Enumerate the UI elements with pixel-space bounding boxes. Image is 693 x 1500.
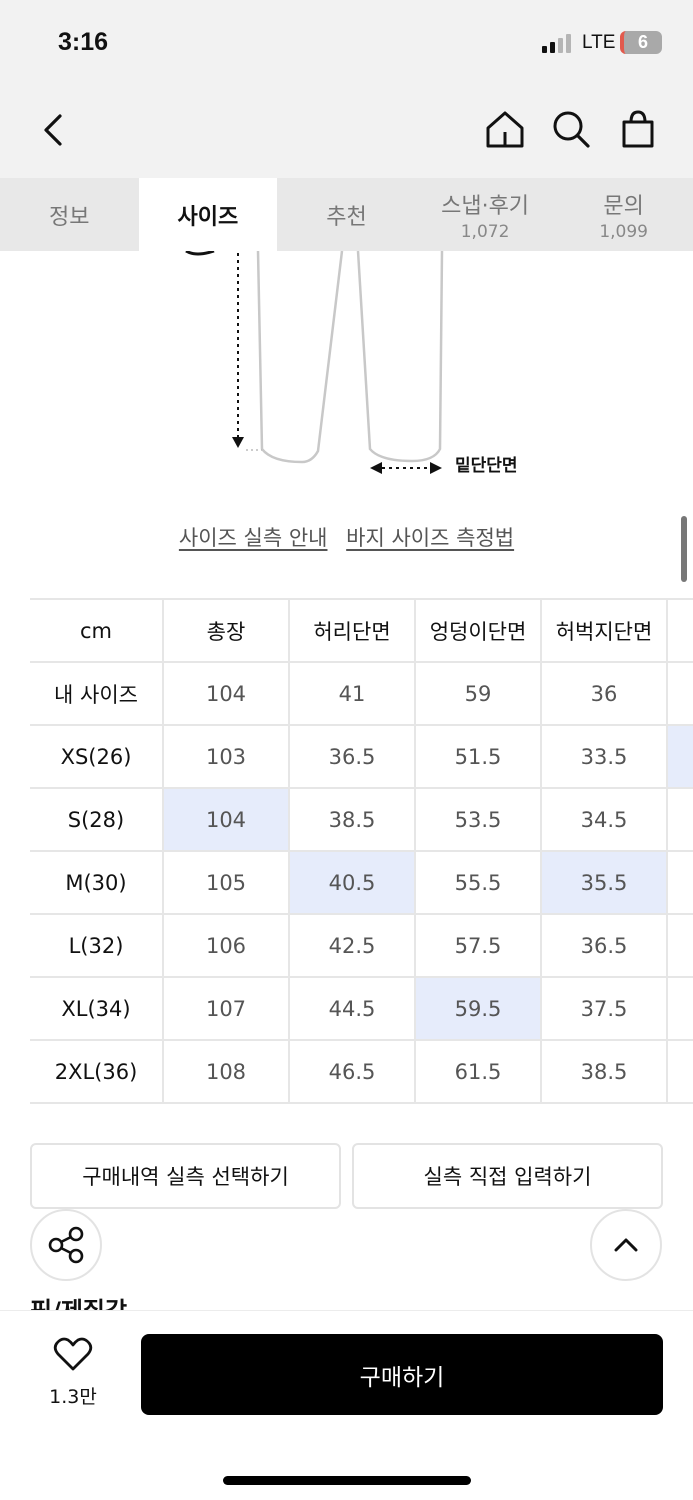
table-cell: 108 bbox=[162, 1039, 289, 1104]
table-cell: 44.5 bbox=[288, 976, 415, 1040]
table-row: XS(26) 103 36.5 51.5 33.5 bbox=[30, 724, 693, 788]
table-cell: 104 bbox=[162, 661, 289, 725]
table-cell: 46.5 bbox=[288, 1039, 415, 1104]
table-cell: 53.5 bbox=[414, 787, 541, 851]
table-cell: 105 bbox=[162, 850, 289, 914]
table-cell-clipped bbox=[666, 913, 693, 977]
home-icon[interactable] bbox=[484, 108, 526, 150]
scroll-top-button[interactable] bbox=[590, 1209, 662, 1281]
heart-icon bbox=[53, 1337, 93, 1371]
tab-label: 정보 bbox=[49, 204, 90, 230]
row-label: 2XL(36) bbox=[30, 1039, 163, 1104]
table-row: M(30) 105 40.5 55.5 35.5 bbox=[30, 850, 693, 914]
tab-size[interactable]: 사이즈 bbox=[138, 178, 278, 251]
shopping-bag-icon[interactable] bbox=[616, 108, 660, 150]
tab-snap-review[interactable]: 스냅·후기 1,072 bbox=[416, 178, 555, 251]
table-cell-clipped bbox=[666, 787, 693, 851]
size-guide-link[interactable]: 사이즈 실측 안내 bbox=[179, 526, 328, 550]
battery-indicator: 6 bbox=[620, 31, 662, 54]
tab-label: 스냅·후기 bbox=[441, 193, 530, 219]
table-row: XL(34) 107 44.5 59.5 37.5 bbox=[30, 976, 693, 1040]
table-header-row: cm 총장 허리단면 엉덩이단면 허벅지단면 bbox=[30, 598, 693, 662]
table-cell: 38.5 bbox=[540, 1039, 667, 1104]
chevron-up-icon bbox=[614, 1238, 638, 1252]
tab-label: 문의 bbox=[603, 193, 644, 219]
scrollbar[interactable] bbox=[681, 516, 687, 582]
network-type: LTE bbox=[582, 32, 616, 53]
table-row: S(28) 104 38.5 53.5 34.5 bbox=[30, 787, 693, 851]
product-tabs: 정보 사이즈 추천 스냅·후기 1,072 문의 1,099 bbox=[0, 178, 693, 251]
table-header-cell: 총장 bbox=[162, 598, 289, 662]
table-header-cell: 허리단면 bbox=[288, 598, 415, 662]
table-cell: 35.5 bbox=[540, 850, 667, 914]
tab-info[interactable]: 정보 bbox=[0, 178, 139, 251]
tab-count: 1,099 bbox=[599, 221, 648, 242]
tab-count: 1,072 bbox=[460, 221, 510, 242]
row-label: L(32) bbox=[30, 913, 163, 977]
row-label: S(28) bbox=[30, 787, 163, 851]
hem-width-label: 밑단단면 bbox=[455, 456, 518, 476]
pants-measure-link[interactable]: 바지 사이즈 측정법 bbox=[346, 526, 514, 550]
table-cell: 38.5 bbox=[288, 787, 415, 851]
pants-illustration bbox=[185, 249, 444, 474]
status-bar: 3:16 LTE 6 bbox=[0, 0, 693, 90]
size-guide-links: 사이즈 실측 안내 바지 사이즈 측정법 bbox=[0, 522, 693, 552]
like-button[interactable]: 1.3만 bbox=[36, 1336, 110, 1409]
home-indicator[interactable] bbox=[223, 1476, 471, 1485]
share-icon bbox=[48, 1226, 84, 1264]
row-label: XL(34) bbox=[30, 976, 163, 1040]
table-cell: 41 bbox=[288, 661, 415, 725]
table-cell-clipped bbox=[666, 976, 693, 1040]
table-row-my-size: 내 사이즈 104 41 59 36 bbox=[30, 661, 693, 725]
tab-recommend[interactable]: 추천 bbox=[277, 178, 416, 251]
table-row: 2XL(36) 108 46.5 61.5 38.5 bbox=[30, 1039, 693, 1104]
table-cell-clipped bbox=[666, 661, 693, 725]
select-purchase-size-button[interactable]: 구매내역 실측 선택하기 bbox=[30, 1143, 341, 1209]
table-cell: 59 bbox=[414, 661, 541, 725]
table-cell: 106 bbox=[162, 913, 289, 977]
status-time: 3:16 bbox=[58, 28, 109, 56]
table-header-cell: 허벅지단면 bbox=[540, 598, 667, 662]
table-header-cell: cm bbox=[30, 598, 163, 662]
back-arrow-icon[interactable] bbox=[36, 110, 70, 150]
table-cell: 33.5 bbox=[540, 724, 667, 788]
tab-label: 사이즈 bbox=[177, 204, 239, 230]
table-cell: 42.5 bbox=[288, 913, 415, 977]
table-cell: 104 bbox=[162, 787, 289, 851]
table-cell: 107 bbox=[162, 976, 289, 1040]
table-cell: 36.5 bbox=[540, 913, 667, 977]
signal-icon bbox=[542, 34, 571, 53]
table-cell: 51.5 bbox=[414, 724, 541, 788]
table-cell: 40.5 bbox=[288, 850, 415, 914]
tab-label: 추천 bbox=[326, 204, 367, 230]
size-table: cm 총장 허리단면 엉덩이단면 허벅지단면 내 사이즈 104 41 59 3… bbox=[30, 598, 693, 1104]
row-label: 내 사이즈 bbox=[30, 661, 163, 725]
table-cell: 37.5 bbox=[540, 976, 667, 1040]
table-cell-clipped bbox=[666, 850, 693, 914]
table-cell: 36.5 bbox=[288, 724, 415, 788]
row-label: XS(26) bbox=[30, 724, 163, 788]
table-cell-clipped bbox=[666, 598, 693, 662]
top-nav bbox=[0, 90, 693, 178]
table-cell: 57.5 bbox=[414, 913, 541, 977]
tab-inquiry[interactable]: 문의 1,099 bbox=[554, 178, 693, 251]
table-cell: 61.5 bbox=[414, 1039, 541, 1104]
table-row: L(32) 106 42.5 57.5 36.5 bbox=[30, 913, 693, 977]
table-cell: 36 bbox=[540, 661, 667, 725]
direct-input-size-button[interactable]: 실측 직접 입력하기 bbox=[352, 1143, 663, 1209]
table-cell-clipped bbox=[666, 1039, 693, 1104]
table-cell: 34.5 bbox=[540, 787, 667, 851]
table-cell-clipped bbox=[666, 724, 693, 788]
row-label: M(30) bbox=[30, 850, 163, 914]
table-cell: 55.5 bbox=[414, 850, 541, 914]
share-button[interactable] bbox=[30, 1209, 102, 1281]
table-cell: 59.5 bbox=[414, 976, 541, 1040]
table-header-cell: 엉덩이단면 bbox=[414, 598, 541, 662]
table-cell: 103 bbox=[162, 724, 289, 788]
buy-button[interactable]: 구매하기 bbox=[141, 1334, 663, 1415]
size-diagram: 밑단단면 bbox=[0, 249, 693, 491]
like-count: 1.3만 bbox=[49, 1386, 97, 1408]
search-icon[interactable] bbox=[550, 108, 592, 150]
